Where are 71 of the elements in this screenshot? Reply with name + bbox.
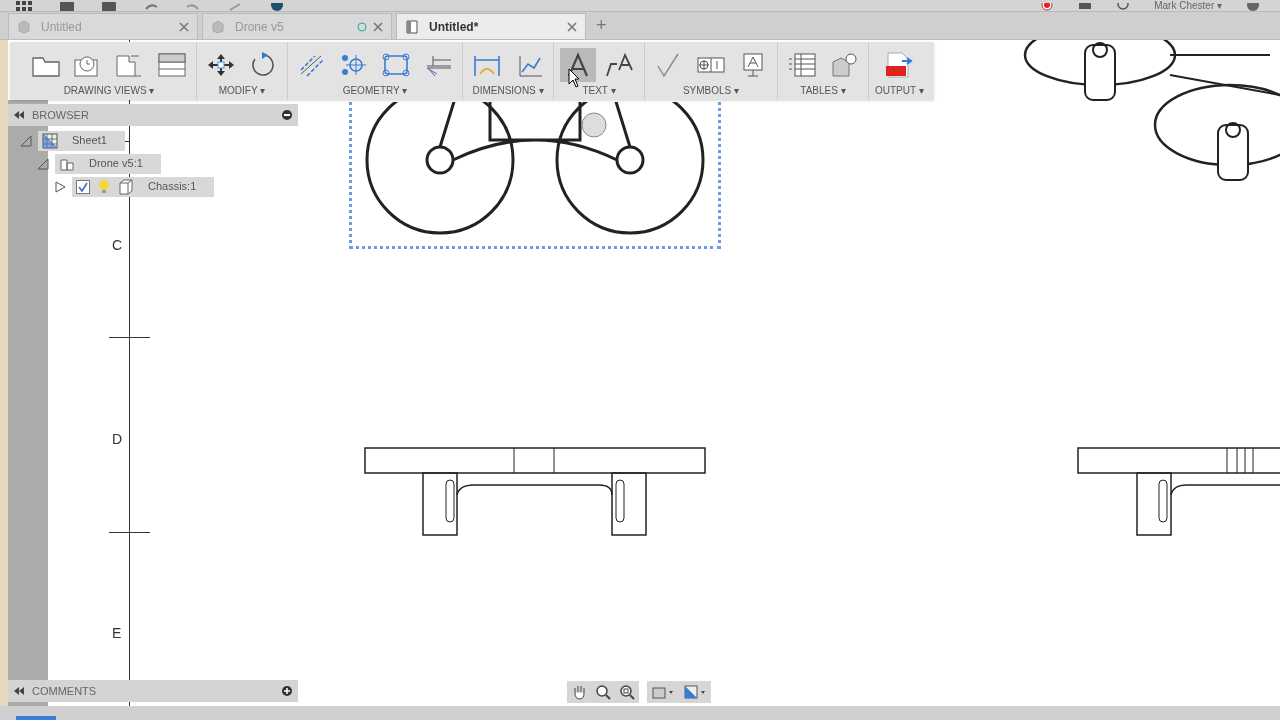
component-icon	[118, 178, 134, 195]
comment-icon	[1078, 3, 1093, 11]
grid-settings-button[interactable]	[683, 684, 707, 700]
minimize-icon	[282, 110, 292, 120]
record-icon	[1040, 3, 1055, 11]
browser-tree-item[interactable]: Drone v5:1	[55, 153, 161, 174]
table-icon	[787, 52, 817, 78]
zoom-fit-icon	[619, 684, 635, 700]
toolbar-group-label[interactable]: GEOMETRY ▾	[342, 83, 408, 98]
drawing-icon	[405, 19, 419, 34]
close-icon	[179, 21, 189, 32]
expanded-triangle-icon	[20, 134, 32, 147]
link-icon	[228, 3, 242, 11]
browser-tree-item[interactable]: Sheet1	[38, 130, 125, 151]
cursor-icon	[568, 68, 580, 88]
fit-button[interactable]	[619, 684, 635, 700]
collapsed-triangle-icon	[54, 180, 66, 193]
toolbar-group-label[interactable]: SYMBOLS ▾	[682, 83, 740, 98]
zoom-icon	[595, 684, 611, 700]
panel-title: COMMENTS	[32, 683, 97, 699]
balloon-icon	[829, 52, 859, 78]
tab-title: Untitled	[41, 18, 82, 36]
expand-toggle[interactable]	[20, 134, 32, 147]
expand-toggle[interactable]	[54, 180, 66, 193]
toolbar-group-label[interactable]: MODIFY ▾	[218, 83, 266, 98]
toolbar-button[interactable]	[560, 48, 596, 82]
tab-title: Untitled*	[429, 18, 479, 36]
user-name[interactable]: Mark Chester ▾	[1154, 0, 1222, 11]
grid-dropdown-icon	[683, 684, 707, 700]
hand-icon	[571, 684, 587, 700]
lightbulb-icon	[98, 179, 110, 194]
pattern-icon	[381, 52, 411, 78]
grid-menu-icon	[16, 1, 32, 11]
toolbar-group-label[interactable]: DRAWING VIEWS ▾	[63, 83, 155, 98]
cube-icon	[211, 19, 225, 34]
close-icon	[567, 21, 577, 32]
collapse-icon	[14, 687, 24, 695]
pan-button[interactable]	[571, 684, 587, 700]
center-mark-icon	[339, 52, 369, 78]
undo-icon	[144, 3, 158, 11]
zone-label: C	[112, 236, 123, 255]
move-icon	[206, 52, 236, 78]
toolbar-group-label[interactable]: TEXT ▾	[582, 83, 616, 98]
add-icon	[282, 686, 292, 696]
layout-grid-icon	[157, 52, 187, 78]
pdf-export-icon	[884, 52, 915, 78]
panel-title: BROWSER	[32, 107, 89, 123]
browser-tree-item[interactable]: Chassis:1	[72, 176, 215, 197]
checkmark-icon	[78, 181, 88, 192]
close-icon	[373, 21, 383, 32]
save-icon	[102, 2, 116, 11]
gear-dropdown-icon	[651, 684, 675, 700]
toolbar-group-label[interactable]: TABLES ▾	[800, 83, 846, 98]
document-tab[interactable]: Untitled*	[396, 13, 586, 39]
toolbar-group-label[interactable]: OUTPUT ▾	[875, 83, 924, 98]
zone-label: D	[112, 430, 123, 449]
expanded-triangle-icon	[37, 157, 49, 170]
visibility-checkbox[interactable]	[76, 179, 90, 194]
display-settings-button[interactable]	[651, 684, 675, 700]
collapse-icon	[14, 111, 24, 119]
toolbar-group-label[interactable]: DIMENSIONS ▾	[472, 83, 544, 98]
leader-text-icon	[605, 52, 635, 78]
expand-toggle[interactable]	[37, 157, 49, 170]
sheet-icon	[42, 132, 58, 149]
cube-icon	[17, 19, 31, 34]
redo-icon	[186, 3, 200, 11]
zoom-window-button[interactable]	[595, 684, 611, 700]
file-icon	[60, 2, 74, 11]
tab-title: Drone v5	[235, 18, 284, 36]
status-circle-icon	[357, 21, 367, 32]
zone-label: E	[112, 624, 122, 643]
